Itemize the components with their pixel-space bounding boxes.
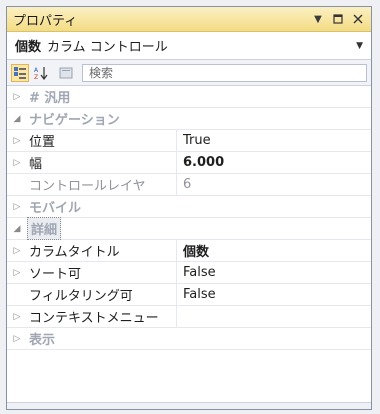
collapsed-triangle-icon[interactable]: ▷ xyxy=(7,246,27,256)
category-label: モバイル xyxy=(29,201,82,216)
expanded-triangle-icon[interactable]: ◢ xyxy=(7,224,27,234)
search-input[interactable]: 検索 xyxy=(82,63,367,82)
object-name: 個数 xyxy=(15,40,42,55)
collapsed-triangle-icon[interactable]: ▷ xyxy=(7,202,27,212)
collapsed-triangle-icon[interactable]: ▷ xyxy=(7,136,27,146)
property-name: カラムタイトル xyxy=(27,240,177,261)
expanded-triangle-icon[interactable]: ◢ xyxy=(7,114,27,124)
search-placeholder: 検索 xyxy=(89,66,114,80)
object-type: カラム コントロール xyxy=(47,40,168,55)
collapsed-triangle-icon[interactable]: ▷ xyxy=(7,312,27,322)
property-name: フィルタリング可 xyxy=(27,284,177,305)
category-row[interactable]: ▷ モバイル xyxy=(7,196,371,218)
property-value[interactable]: 個数 xyxy=(177,241,371,260)
panel-title: プロパティ xyxy=(13,13,78,29)
collapsed-triangle-icon[interactable]: ▷ xyxy=(7,92,27,102)
property-row[interactable]: ▷ コンテキストメニュー xyxy=(7,306,371,328)
title-bar[interactable]: プロパティ ▼ xyxy=(7,7,371,32)
properties-panel: プロパティ ▼ 個数 カラム コントロール ▼ A Z 検索 ▷ # 汎用 ◢ … xyxy=(6,6,372,410)
category-label: 表示 xyxy=(29,333,56,348)
alphabetical-sort-icon[interactable]: A Z xyxy=(32,64,50,82)
svg-text:Z: Z xyxy=(34,74,38,80)
property-row[interactable]: ▷ 位置 True xyxy=(7,130,371,152)
object-selector[interactable]: 個数 カラム コントロール ▼ xyxy=(7,32,371,60)
property-value[interactable]: 6 xyxy=(177,177,371,192)
property-row[interactable]: コントロールレイヤ 6 xyxy=(7,174,371,196)
property-row[interactable]: フィルタリング可 False xyxy=(7,284,371,306)
categorized-view-icon[interactable] xyxy=(11,63,29,82)
panel-bottom-edge xyxy=(7,402,371,409)
property-name: 幅 xyxy=(27,152,177,173)
maximize-icon[interactable] xyxy=(331,12,345,26)
collapsed-triangle-icon[interactable]: ▷ xyxy=(7,158,27,168)
pin-dropdown-icon[interactable]: ▼ xyxy=(311,12,325,26)
category-row[interactable]: ◢ ナビゲーション xyxy=(7,108,371,130)
svg-text:A: A xyxy=(34,67,39,74)
property-grid: ▷ # 汎用 ◢ ナビゲーション ▷ 位置 True ▷ 幅 6.000 コントロールレイヤ 6 ▷ モバ… xyxy=(7,86,371,350)
collapsed-triangle-icon[interactable]: ▷ xyxy=(7,334,27,344)
property-value[interactable]: True xyxy=(177,133,371,148)
property-name: 位置 xyxy=(27,130,177,151)
category-label: ナビゲーション xyxy=(29,113,120,128)
category-row[interactable]: ◢ 詳細 xyxy=(7,217,371,240)
property-name: コントロールレイヤ xyxy=(27,174,177,195)
category-label: # 汎用 xyxy=(29,91,71,106)
property-row[interactable]: ▷ 幅 6.000 xyxy=(7,152,371,174)
category-row[interactable]: ▷ # 汎用 xyxy=(7,86,371,108)
property-row[interactable]: ▷ カラムタイトル 個数 xyxy=(7,240,371,262)
property-value[interactable]: False xyxy=(177,287,371,302)
property-name: ソート可 xyxy=(27,262,177,283)
property-row[interactable]: ▷ ソート可 False xyxy=(7,262,371,284)
collapsed-triangle-icon[interactable]: ▷ xyxy=(7,268,27,278)
chevron-down-icon[interactable]: ▼ xyxy=(356,41,363,51)
category-label: 詳細 xyxy=(27,217,62,240)
close-icon[interactable] xyxy=(351,12,365,26)
property-pages-icon[interactable] xyxy=(57,64,75,82)
property-name: コンテキストメニュー xyxy=(27,306,177,327)
property-value[interactable]: False xyxy=(177,265,371,280)
category-row[interactable]: ▷ 表示 xyxy=(7,328,371,350)
properties-toolbar: A Z 検索 xyxy=(7,60,371,86)
property-value[interactable]: 6.000 xyxy=(177,155,371,170)
